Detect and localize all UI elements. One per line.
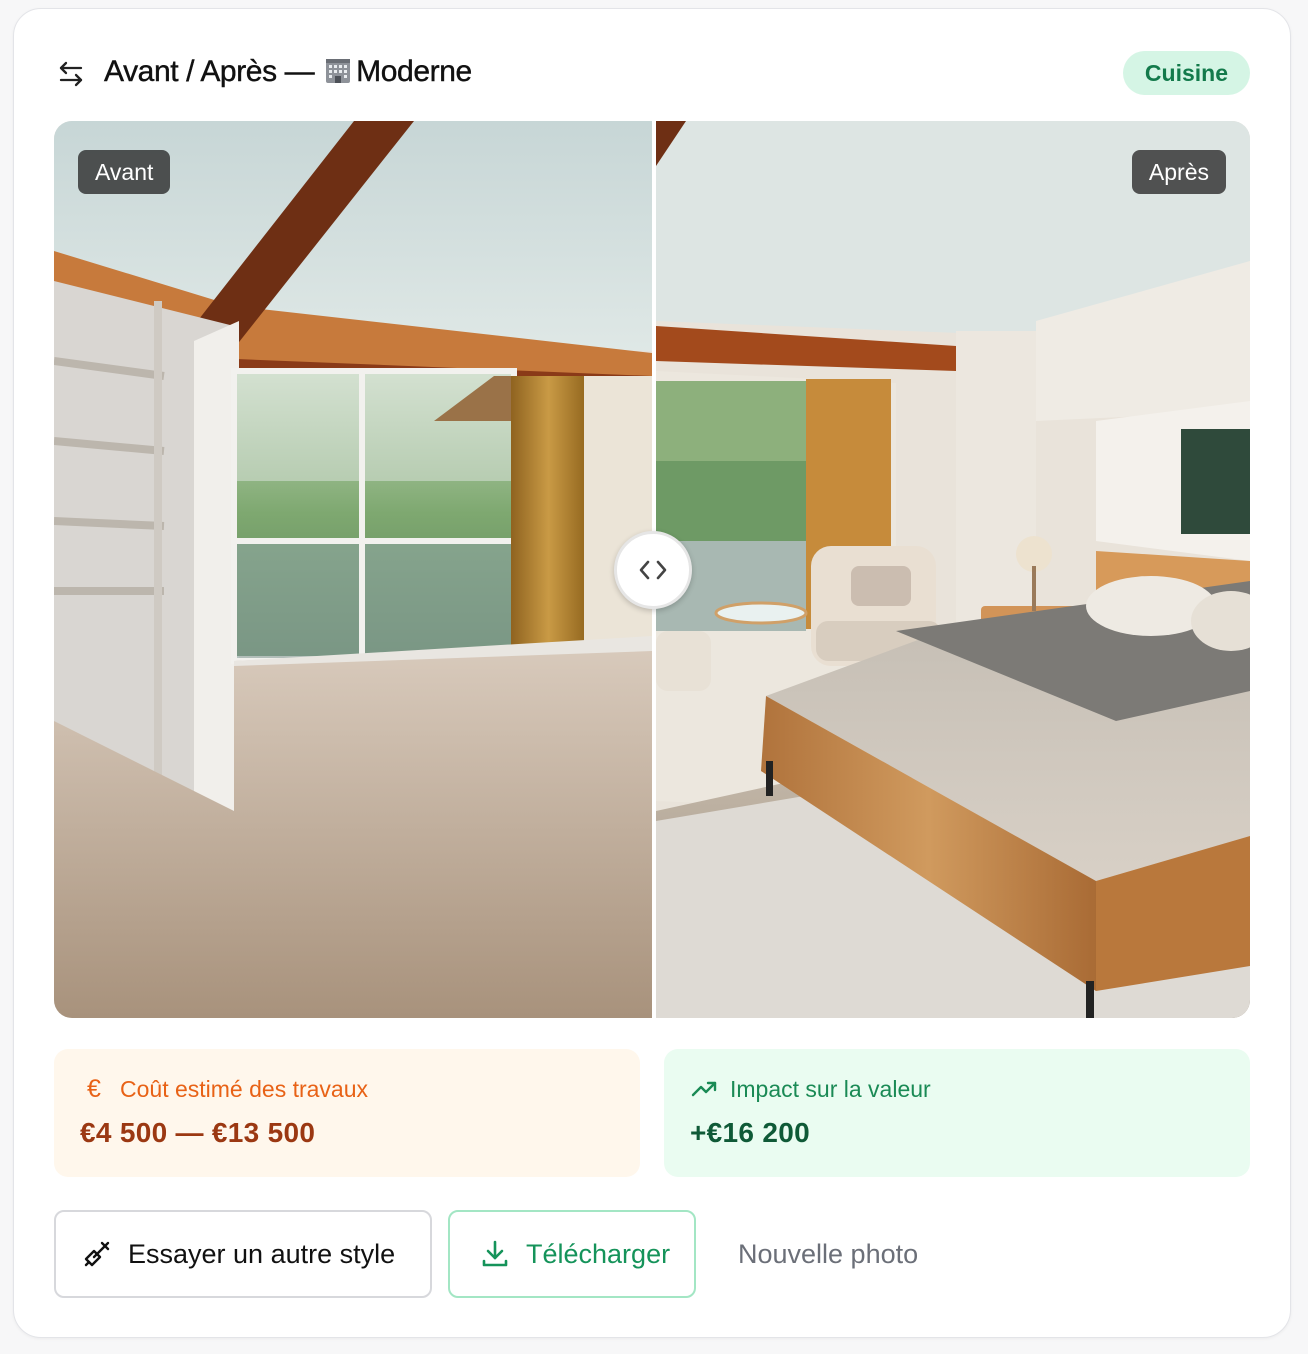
code-chevrons-icon [639,560,667,580]
paintbrush-icon [84,1241,110,1267]
before-label: Avant [78,150,171,194]
card-header: Avant / Après — Moderne Cuisine [54,49,1250,101]
euro-icon: € [87,1074,101,1103]
page-title: Avant / Après — Moderne [104,55,473,89]
new-photo-label: Nouvelle photo [738,1238,919,1269]
room-badge: Cuisine [1122,51,1250,95]
value-impact-amount: +€16 200 [690,1117,810,1148]
download-label: Télécharger [526,1238,671,1269]
title-prefix: Avant / Après — [104,55,315,88]
new-photo-button[interactable]: Nouvelle photo [714,1210,954,1298]
try-another-style-button[interactable]: Essayer un autre style [54,1210,432,1298]
after-label: Après [1131,150,1226,194]
before-image: Avant [54,121,652,1018]
before-after-slider[interactable]: Avant Après [54,121,1250,1018]
value-label: Impact sur la valeur [730,1075,931,1102]
download-button[interactable]: Télécharger [448,1210,696,1298]
swap-arrows-icon [59,61,83,87]
after-image: Après [656,121,1250,1018]
cost-estimate-card: € Coût estimé des travaux €4 500 — €13 5… [54,1049,640,1177]
trending-up-icon [691,1081,717,1097]
before-after-card: Avant / Après — Moderne Cuisine Avant Ap… [13,8,1291,1338]
cost-label: Coût estimé des travaux [120,1075,369,1102]
try-another-style-label: Essayer un autre style [128,1238,396,1269]
download-icon [482,1240,508,1267]
title-style: Moderne [356,55,472,88]
slider-handle[interactable] [614,531,692,609]
cost-value: €4 500 — €13 500 [80,1117,316,1148]
office-building-icon [326,59,351,83]
value-impact-card: Impact sur la valeur +€16 200 [664,1049,1250,1177]
